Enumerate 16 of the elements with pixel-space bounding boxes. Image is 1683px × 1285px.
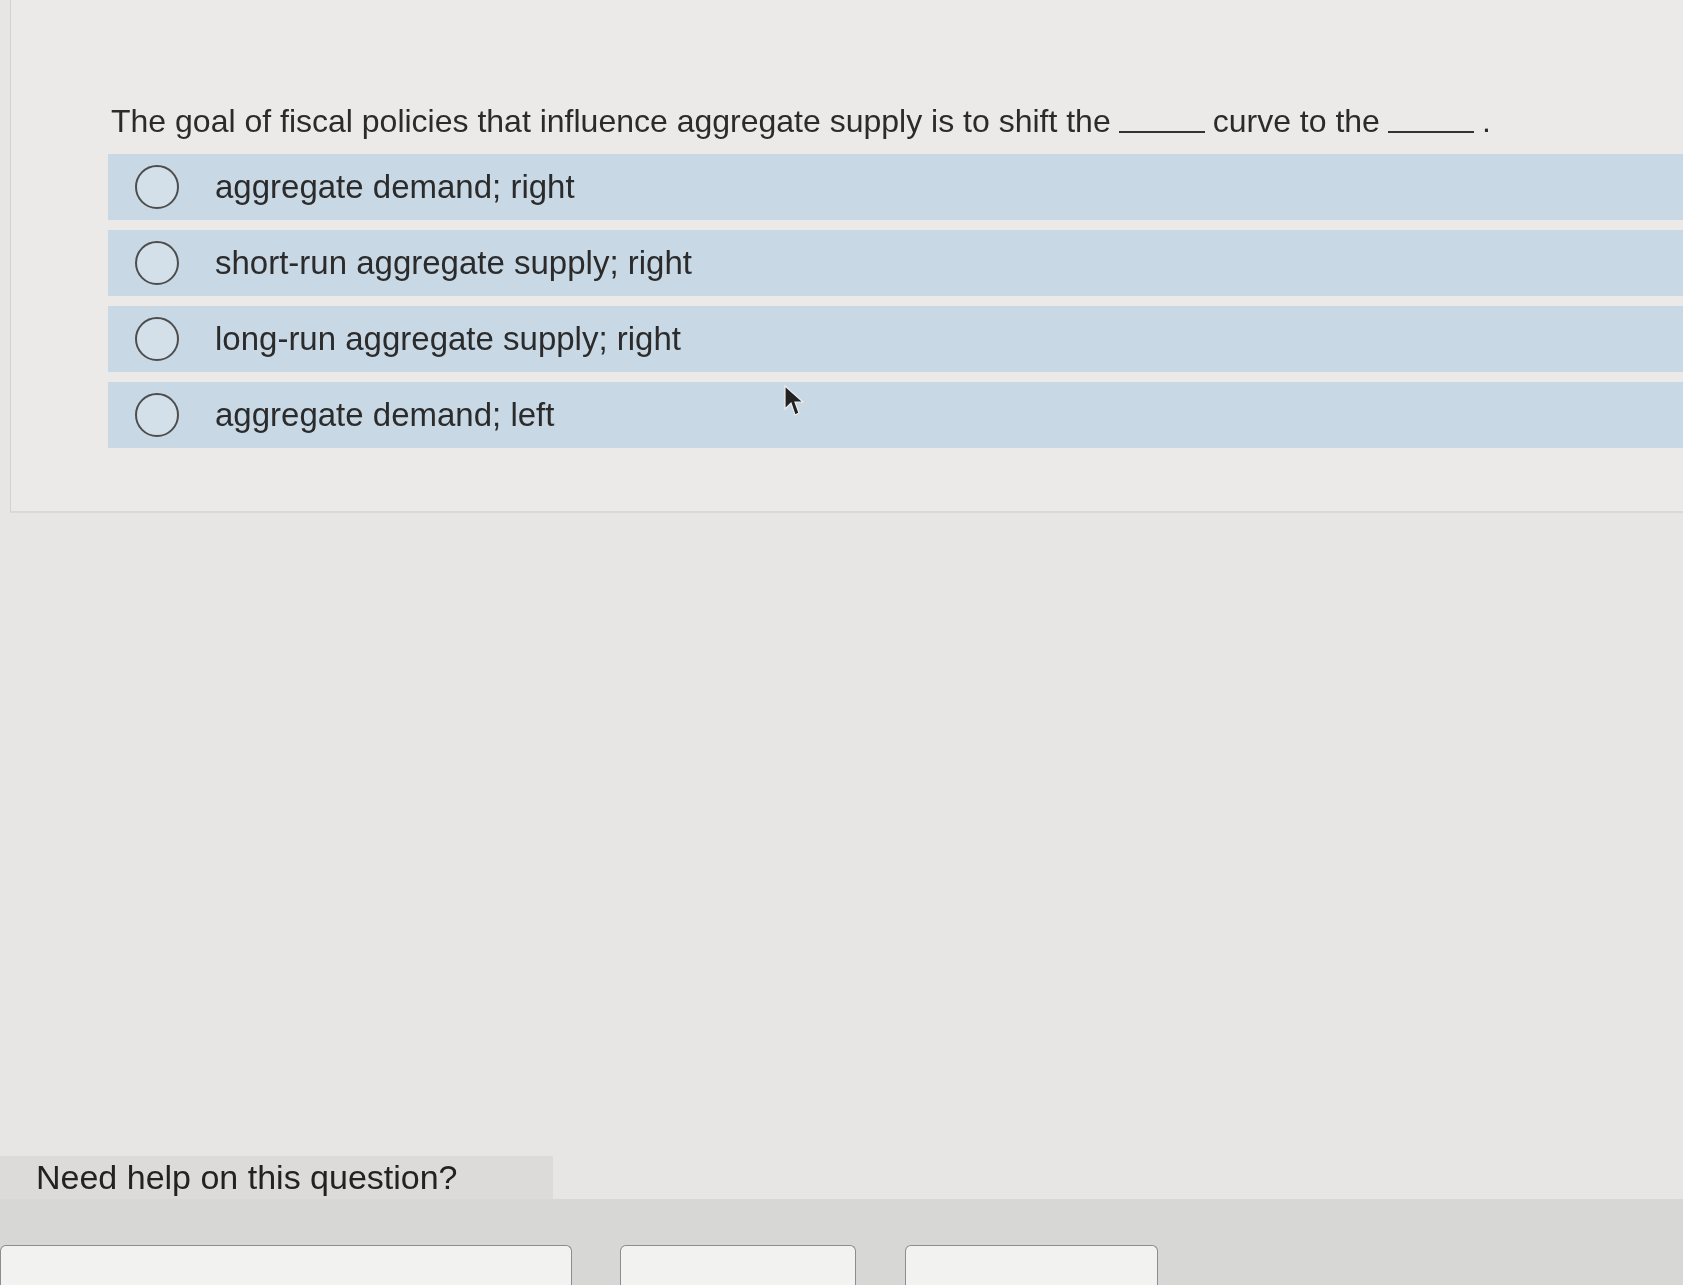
answer-option[interactable]: short-run aggregate supply; right (108, 230, 1683, 296)
mouse-pointer-icon (784, 385, 804, 417)
answer-option[interactable]: aggregate demand; left (108, 382, 1683, 448)
help-button[interactable] (0, 1245, 572, 1285)
radio-button-icon[interactable] (135, 393, 179, 437)
answer-option[interactable]: aggregate demand; right (108, 154, 1683, 220)
help-heading: Need help on this question? (0, 1156, 553, 1199)
help-button[interactable] (905, 1245, 1158, 1285)
question-text: The goal of fiscal policies that influence aggregate supply is to shift the (111, 102, 1111, 140)
question-text: curve to the (1212, 102, 1380, 140)
question-text: . (1481, 102, 1491, 140)
radio-button-icon[interactable] (135, 241, 179, 285)
radio-button-icon[interactable] (135, 317, 179, 361)
help-button[interactable] (620, 1245, 856, 1285)
radio-button-icon[interactable] (135, 165, 179, 209)
answer-option[interactable]: long-run aggregate supply; right (108, 306, 1683, 372)
